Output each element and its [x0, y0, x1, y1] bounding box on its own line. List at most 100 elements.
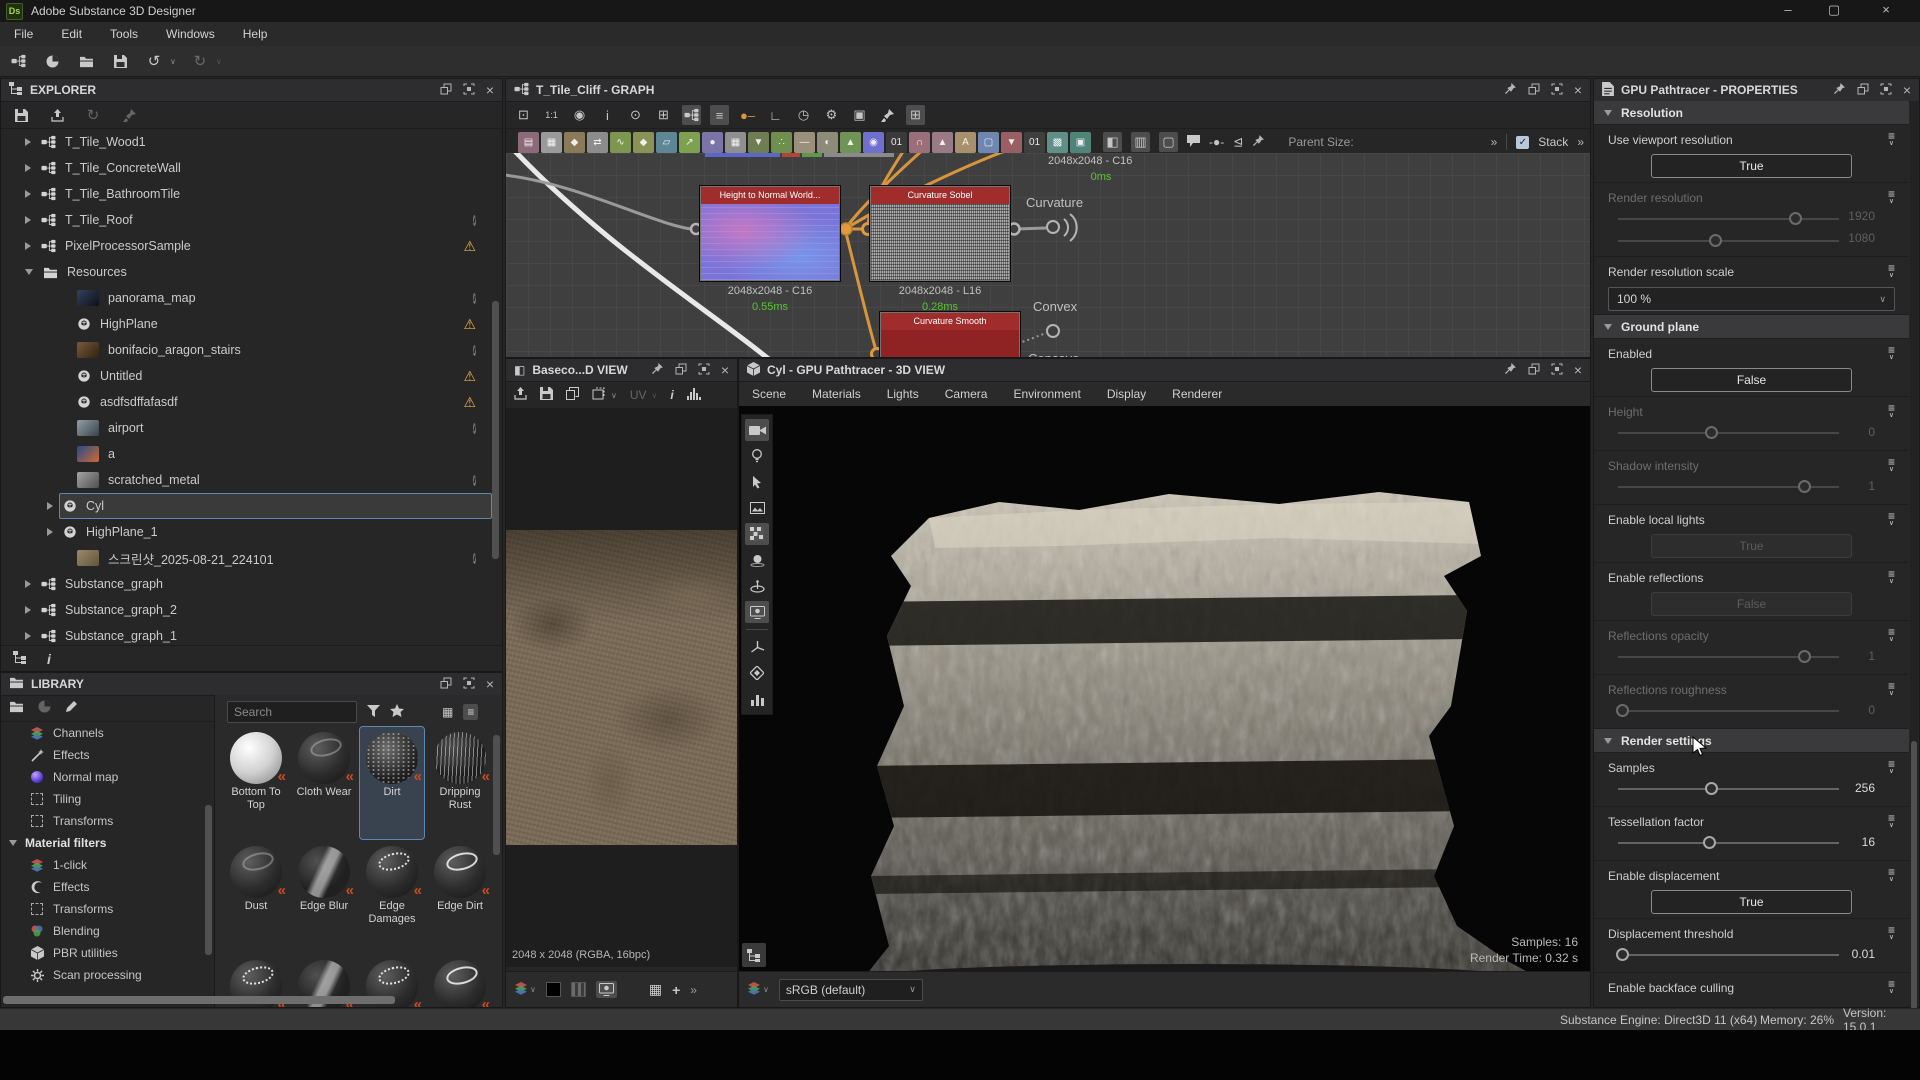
- material-filter-bottom-to-top[interactable]: «Bottom To Top: [224, 727, 288, 839]
- copy-image-icon[interactable]: [566, 387, 579, 403]
- material-filter-edge-blur[interactable]: «Edge Blur: [292, 841, 356, 953]
- colorspace-dropdown[interactable]: sRGB (default) ∨: [779, 979, 923, 1001]
- chevron-right-icon[interactable]: [25, 242, 31, 250]
- grid-icon[interactable]: ▦: [649, 981, 662, 998]
- new-package-button[interactable]: [42, 51, 62, 71]
- shadow-icon[interactable]: [745, 549, 769, 571]
- field-menu-icon[interactable]: ≡∨: [1888, 569, 1895, 587]
- library-category-channels[interactable]: Channels: [1, 722, 214, 744]
- palette-blur-icon[interactable]: ◆: [633, 132, 654, 153]
- elbow-links-icon[interactable]: ∟: [766, 105, 785, 125]
- view3d-menu-camera[interactable]: Camera: [932, 387, 1001, 401]
- search-input[interactable]: [227, 701, 357, 723]
- maximize-button[interactable]: ▢: [1812, 0, 1856, 22]
- library-category-transforms[interactable]: Transforms: [1, 898, 214, 920]
- slider-width[interactable]: [1618, 212, 1839, 226]
- view3d-menu-display[interactable]: Display: [1094, 387, 1159, 401]
- stack-checkbox[interactable]: ✓: [1516, 136, 1529, 149]
- edit-icon[interactable]: [65, 700, 78, 716]
- view2d-canvas[interactable]: 2048 x 2048 (RGBA, 16bpc): [506, 408, 737, 967]
- chevron-right-icon[interactable]: [25, 606, 31, 614]
- view3d-menu-renderer[interactable]: Renderer: [1159, 387, 1235, 401]
- tree-item-t-tile-concretewall[interactable]: T_Tile_ConcreteWall: [1, 155, 502, 181]
- thumbnail-display-icon[interactable]: ▣: [850, 105, 869, 125]
- menu-help[interactable]: Help: [229, 27, 282, 41]
- view3d-viewport[interactable]: Samples: 16 Render Time: 0.32 s: [739, 406, 1590, 1007]
- slider[interactable]: [1618, 650, 1839, 664]
- palette-blend-icon[interactable]: ◆: [564, 132, 585, 153]
- field-menu-icon[interactable]: ≡∨: [1888, 925, 1895, 943]
- field-menu-icon[interactable]: ≡∨: [1888, 867, 1895, 885]
- graph-node-height-to-normal[interactable]: Height to Normal World...: [701, 187, 839, 280]
- float-icon[interactable]: [440, 83, 452, 98]
- redo-button[interactable]: ↻: [190, 51, 210, 71]
- channels-icon[interactable]: [747, 982, 761, 998]
- palette-channel-shuffle-icon[interactable]: ⇄: [587, 132, 608, 153]
- gizmo-icon[interactable]: [745, 636, 769, 658]
- comment-icon[interactable]: [1187, 135, 1200, 150]
- more-icon[interactable]: »: [690, 983, 697, 997]
- chevron-right-icon[interactable]: [25, 632, 31, 640]
- palette-bit-depth-icon[interactable]: 01: [1024, 132, 1045, 153]
- chevron-right-icon[interactable]: [47, 528, 53, 536]
- tree-item-highplane-1[interactable]: HighPlane_1: [1, 519, 502, 545]
- field-menu-icon[interactable]: ≡∨: [1888, 511, 1895, 529]
- tree-item-bonifacio-aragon-stairs[interactable]: bonifacio_aragon_stairsi: [1, 337, 502, 363]
- color-toggle-icon[interactable]: ▥: [1131, 132, 1150, 152]
- palette-curve-icon[interactable]: ∩: [909, 132, 930, 153]
- toggle-button[interactable]: True: [1651, 154, 1852, 178]
- tools-icon[interactable]: ⚙: [822, 105, 841, 125]
- screenshot-icon[interactable]: ◉: [570, 105, 589, 125]
- frame-select-icon[interactable]: ⊡: [514, 105, 533, 125]
- add-folder-icon[interactable]: [9, 700, 24, 716]
- graph-node-curvature-smooth[interactable]: Curvature Smooth: [881, 313, 1019, 357]
- material-filter-edge-damages[interactable]: «Edge Damages: [360, 841, 424, 953]
- layers-icon[interactable]: [745, 662, 769, 684]
- view3d-menu-environment[interactable]: Environment: [1000, 387, 1093, 401]
- minimize-button[interactable]: –: [1766, 0, 1810, 22]
- favorite-add-icon[interactable]: [390, 704, 404, 720]
- stats-icon[interactable]: [745, 688, 769, 710]
- float-icon[interactable]: [1857, 83, 1869, 98]
- clean-icon[interactable]: [119, 105, 139, 125]
- field-menu-icon[interactable]: ≡∨: [1888, 345, 1895, 363]
- toggle-button[interactable]: True: [1651, 534, 1852, 558]
- ground-plane-icon[interactable]: [745, 575, 769, 597]
- close-button[interactable]: ×: [1864, 0, 1908, 22]
- palette-noise-icon[interactable]: ▩: [1047, 132, 1068, 153]
- tree-item-resources[interactable]: Resources: [1, 259, 502, 285]
- camera-icon[interactable]: [745, 419, 769, 441]
- timings-icon[interactable]: ◷: [794, 105, 813, 125]
- field-menu-icon[interactable]: ≡∨: [1888, 131, 1895, 149]
- dropdown[interactable]: 100 %∨: [1608, 287, 1895, 311]
- field-menu-icon[interactable]: ≡∨: [1888, 403, 1895, 421]
- undo-button[interactable]: ↺: [144, 51, 164, 71]
- information-icon[interactable]: i: [670, 388, 673, 402]
- export-icon[interactable]: [47, 105, 67, 125]
- field-menu-icon[interactable]: ≡∨: [1888, 263, 1895, 281]
- uv-overlay-toggle[interactable]: UV: [630, 388, 647, 402]
- menu-file[interactable]: File: [0, 27, 47, 41]
- chevron-down-icon[interactable]: [9, 840, 17, 846]
- library-category-effects[interactable]: Effects: [1, 876, 214, 898]
- library-content-scrollbar[interactable]: [493, 735, 500, 855]
- slider[interactable]: [1618, 704, 1839, 718]
- graph-canvas[interactable]: Height to Normal World... 2048x2048 - C1…: [506, 153, 1590, 357]
- float-icon[interactable]: [1528, 83, 1540, 98]
- tree-item-t-tile-wood1[interactable]: T_Tile_Wood1: [1, 129, 502, 155]
- palette-height-blend-icon[interactable]: ▼: [748, 132, 769, 153]
- view3d-menu-scene[interactable]: Scene: [739, 387, 799, 401]
- palette-histogram-icon[interactable]: ▲: [840, 132, 861, 153]
- new-graph-button[interactable]: [8, 51, 28, 71]
- pin-icon[interactable]: [1504, 82, 1517, 98]
- chevron-right-icon[interactable]: [25, 190, 31, 198]
- library-category-1-click[interactable]: 1-click: [1, 854, 214, 876]
- material-filter-tile[interactable]: «: [428, 955, 492, 1007]
- slider[interactable]: [1618, 948, 1839, 962]
- scene-tree-button[interactable]: [742, 943, 766, 967]
- tree-item-t-tile-roof[interactable]: T_Tile_Roofi: [1, 207, 502, 233]
- tree-item-cyl[interactable]: Cyl: [1, 493, 502, 519]
- stack-expand-icon[interactable]: »: [1577, 135, 1584, 149]
- background-stripes-swatch[interactable]: [571, 982, 586, 997]
- tree-item-substance-graph[interactable]: Substance_graph: [1, 571, 502, 597]
